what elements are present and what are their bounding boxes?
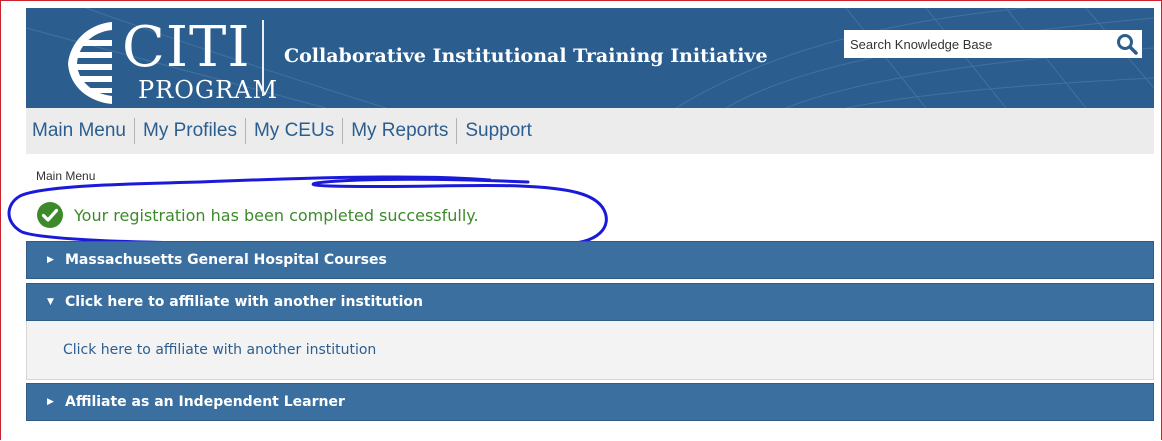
panel-header-affiliate-institution[interactable]: ▼ Click here to affiliate with another i… [26,283,1154,321]
header-banner: CITI PROGRAM Collaborative Institutional… [26,8,1154,108]
search-input[interactable] [844,30,1110,58]
nav-item-my-reports[interactable]: My Reports [343,117,456,145]
panel-header-independent-learner[interactable]: ▶ Affiliate as an Independent Learner [26,383,1154,421]
logo-divider [262,20,264,96]
caret-right-icon: ▶ [47,255,54,265]
caret-down-icon: ▼ [47,297,54,307]
search-box [844,30,1142,58]
nav-item-support[interactable]: Support [457,117,540,145]
panel-header-mgh-courses[interactable]: ▶ Massachusetts General Hospital Courses [26,241,1154,279]
caret-right-icon: ▶ [47,397,54,407]
logo-citi-text: CITI [122,15,251,80]
search-button[interactable] [1112,30,1142,58]
affiliate-institution-link[interactable]: Click here to affiliate with another ins… [63,342,376,358]
panel-title: Affiliate as an Independent Learner [65,394,345,410]
panel-title: Massachusetts General Hospital Courses [65,252,387,268]
logo-program-text: PROGRAM [138,76,279,104]
panel-body-affiliate-institution: Click here to affiliate with another ins… [26,321,1154,380]
site-tagline: Collaborative Institutional Training Ini… [284,45,768,67]
main-nav: Main Menu My Profiles My CEUs My Reports… [26,108,1154,154]
alert-message: Your registration has been completed suc… [74,205,479,225]
nav-item-my-ceus[interactable]: My CEUs [246,117,342,145]
citi-logo[interactable]: CITI PROGRAM [62,14,292,106]
citi-globe-icon [68,22,112,104]
nav-item-main-menu[interactable]: Main Menu [26,117,134,145]
check-circle-icon [37,202,63,228]
search-icon [1117,34,1138,55]
success-alert: Your registration has been completed suc… [36,199,479,231]
breadcrumb[interactable]: Main Menu [36,169,95,183]
panel-title: Click here to affiliate with another ins… [65,294,423,310]
nav-item-my-profiles[interactable]: My Profiles [135,117,245,145]
